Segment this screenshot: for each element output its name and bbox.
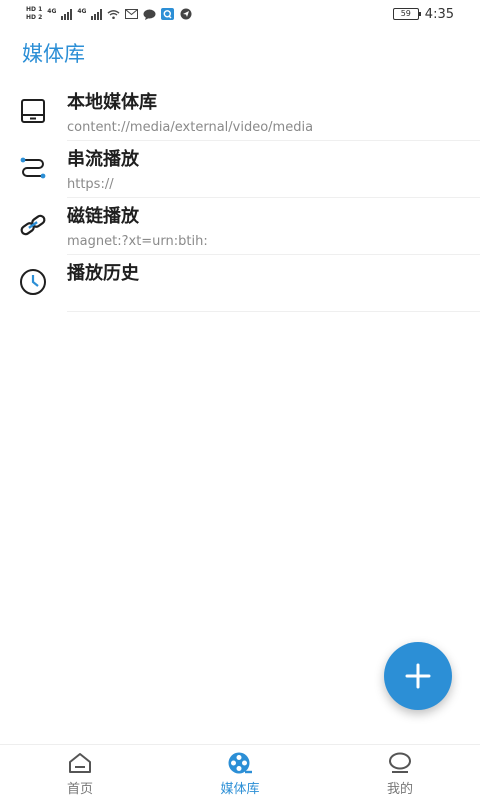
status-right: 59 4:35 — [392, 6, 454, 22]
list-item-text: 磁链播放 magnet:?xt=urn:btih: — [67, 204, 480, 250]
list-item-subtitle: content://media/external/video/media — [67, 120, 314, 135]
sim2-label: HD 2 — [26, 14, 43, 21]
nav-label-media-library: 媒体库 — [220, 782, 260, 797]
add-button[interactable] — [384, 642, 452, 710]
battery-icon: 59 — [392, 8, 421, 20]
list-item-stream-play[interactable]: 串流播放 https:// — [0, 141, 480, 198]
divider — [67, 311, 480, 312]
list-item-subtitle: https:// — [67, 177, 114, 192]
list-item-play-history[interactable]: 播放历史 — [0, 255, 480, 312]
list-item-title: 播放历史 — [67, 263, 139, 284]
page-title: 媒体库 — [22, 42, 85, 66]
library-list: 本地媒体库 content://media/external/video/med… — [0, 84, 480, 312]
stream-icon — [18, 153, 48, 183]
list-item-local-media[interactable]: 本地媒体库 content://media/external/video/med… — [0, 84, 480, 141]
list-item-text: 本地媒体库 content://media/external/video/med… — [67, 90, 480, 136]
profile-icon — [387, 751, 413, 775]
home-icon — [67, 751, 93, 775]
sim1-label: HD 1 — [26, 6, 43, 13]
status-bar: HD 1 HD 2 4G 4G 59 4:35 — [0, 0, 480, 28]
nav-item-home[interactable]: 首页 — [0, 745, 160, 800]
bottom-nav: 首页 媒体库 我的 — [0, 744, 480, 800]
list-item-title: 本地媒体库 — [67, 92, 157, 113]
status-time: 4:35 — [424, 6, 454, 22]
network1-label: 4G — [47, 8, 57, 15]
plus-icon — [405, 663, 431, 689]
list-item-subtitle: magnet:?xt=urn:btih: — [67, 234, 208, 249]
signal1-icon — [61, 8, 73, 20]
list-item-title: 磁链播放 — [67, 206, 139, 227]
app-q-icon — [161, 8, 175, 20]
film-reel-icon — [227, 751, 253, 775]
list-item-subtitle — [67, 291, 480, 307]
sim-indicators: HD 1 HD 2 — [26, 6, 42, 22]
list-item-magnet-play[interactable]: 磁链播放 magnet:?xt=urn:btih: — [0, 198, 480, 255]
list-item-text: 串流播放 https:// — [67, 147, 480, 193]
mail-icon — [125, 9, 139, 20]
list-item-text: 播放历史 — [67, 261, 480, 307]
send-icon — [179, 8, 192, 20]
network2-label: 4G — [77, 8, 87, 15]
tablet-icon — [18, 96, 48, 126]
list-item-title: 串流播放 — [67, 149, 139, 170]
signal2-icon — [91, 8, 103, 20]
clock-icon — [18, 267, 48, 297]
nav-label-home: 首页 — [66, 782, 93, 797]
nav-item-media-library[interactable]: 媒体库 — [160, 745, 320, 800]
chat-icon — [143, 9, 156, 20]
status-left: HD 1 HD 2 4G 4G — [26, 6, 192, 22]
wifi-icon — [107, 9, 120, 20]
nav-item-profile[interactable]: 我的 — [320, 745, 480, 800]
app-header: 媒体库 — [22, 38, 85, 72]
link-icon — [18, 210, 48, 240]
nav-label-profile: 我的 — [386, 782, 413, 797]
